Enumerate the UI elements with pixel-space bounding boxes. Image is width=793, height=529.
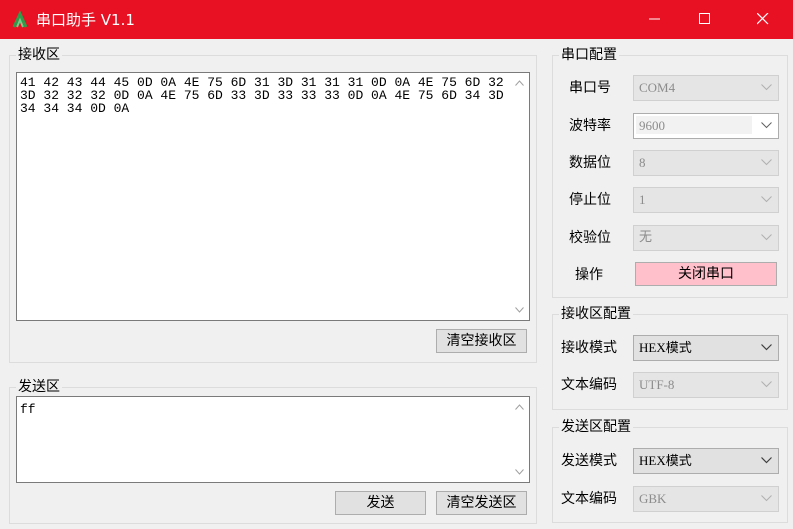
databits-value: 8: [639, 155, 646, 170]
chevron-down-icon: [761, 84, 772, 91]
window-title: 串口助手 V1.1: [36, 11, 135, 29]
scroll-down-arrow-icon[interactable]: [515, 307, 524, 313]
scroll-up-arrow-icon[interactable]: [515, 404, 524, 410]
receive-mode-value: HEX模式: [639, 340, 692, 355]
databits-select[interactable]: 8: [633, 150, 779, 176]
databits-label: 数据位: [569, 155, 611, 171]
chevron-down-icon[interactable]: [761, 122, 772, 129]
send-encoding-label: 文本编码: [561, 491, 617, 507]
chevron-down-icon: [761, 495, 772, 502]
stopbits-select[interactable]: 1: [633, 187, 779, 213]
stopbits-label: 停止位: [569, 192, 611, 208]
baud-select[interactable]: 9600: [633, 113, 779, 139]
port-value: COM4: [639, 80, 676, 95]
port-label: 串口号: [569, 80, 611, 96]
minimize-button[interactable]: [632, 0, 678, 39]
receive-text: 41 42 43 44 45 0D 0A 4E 75 6D 31 3D 31 3…: [20, 75, 512, 116]
receive-textbox[interactable]: 41 42 43 44 45 0D 0A 4E 75 6D 31 3D 31 3…: [16, 72, 530, 321]
chevron-down-icon: [761, 159, 772, 166]
chevron-down-icon: [761, 381, 772, 388]
serial-config-title: 串口配置: [559, 46, 619, 64]
scroll-down-arrow-icon[interactable]: [515, 469, 524, 475]
send-group-title: 发送区: [16, 378, 62, 396]
send-text: ff: [20, 402, 36, 417]
chevron-down-icon: [761, 344, 772, 351]
chevron-down-icon: [761, 234, 772, 241]
send-textbox[interactable]: ff: [16, 396, 530, 483]
clear-send-button[interactable]: 清空发送区: [436, 491, 527, 515]
close-button[interactable]: [740, 0, 786, 39]
scroll-up-arrow-icon[interactable]: [515, 80, 524, 86]
chevron-down-icon: [761, 196, 772, 203]
app-icon: [11, 10, 29, 29]
receive-mode-label: 接收模式: [561, 340, 617, 356]
parity-value: 无: [639, 230, 653, 245]
baud-value: 9600: [639, 118, 665, 133]
send-scrollbar[interactable]: [510, 397, 529, 482]
parity-select[interactable]: 无: [633, 225, 779, 251]
send-encoding-select[interactable]: GBK: [633, 486, 779, 512]
receive-scrollbar[interactable]: [510, 73, 529, 320]
clear-receive-button[interactable]: 清空接收区: [436, 329, 527, 353]
minimize-icon: [649, 18, 660, 20]
send-config-title: 发送区配置: [559, 418, 633, 436]
send-mode-label: 发送模式: [561, 453, 617, 469]
receive-group-title: 接收区: [16, 46, 62, 64]
maximize-icon: [699, 13, 710, 24]
title-bar[interactable]: 串口助手 V1.1: [0, 0, 793, 39]
maximize-button[interactable]: [682, 0, 728, 39]
close-icon: [757, 13, 769, 25]
receive-mode-select[interactable]: HEX模式: [633, 335, 779, 361]
receive-config-title: 接收区配置: [559, 305, 633, 323]
chevron-down-icon: [761, 457, 772, 464]
action-label: 操作: [575, 267, 603, 283]
baud-label: 波特率: [569, 118, 611, 134]
receive-encoding-select[interactable]: UTF-8: [633, 372, 779, 398]
send-button[interactable]: 发送: [335, 491, 426, 515]
stopbits-value: 1: [639, 192, 646, 207]
send-encoding-value: GBK: [639, 491, 667, 506]
port-select[interactable]: COM4: [633, 75, 779, 101]
send-mode-value: HEX模式: [639, 453, 692, 468]
send-mode-select[interactable]: HEX模式: [633, 448, 779, 474]
close-port-button[interactable]: 关闭串口: [635, 262, 777, 286]
receive-encoding-label: 文本编码: [561, 377, 617, 393]
receive-encoding-value: UTF-8: [639, 377, 675, 392]
parity-label: 校验位: [569, 230, 611, 246]
